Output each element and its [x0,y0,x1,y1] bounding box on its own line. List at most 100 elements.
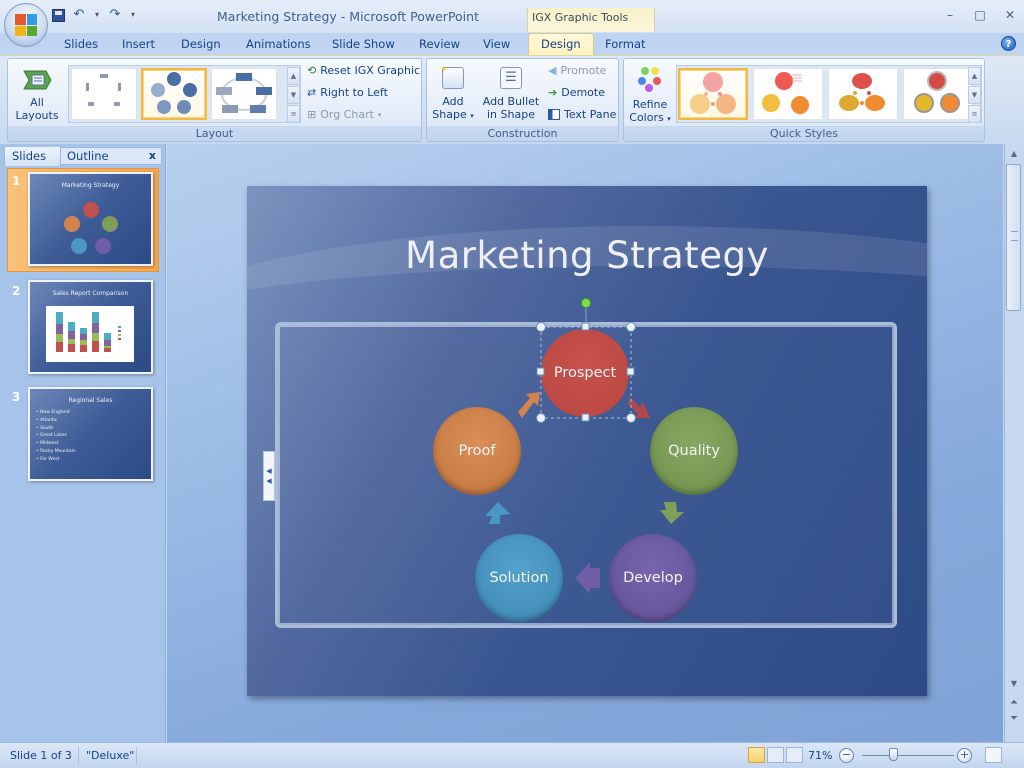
slide-number-3: 3 [12,390,21,404]
tab-slides-pane[interactable]: Slides [5,147,61,166]
tab-outline-pane[interactable]: Outline [67,149,109,163]
scroll-up-arrow[interactable]: ▲ [1007,147,1021,161]
reset-graphic-label: Reset IGX Graphic [320,64,421,77]
vertical-scrollbar[interactable]: ▲ ▼ ⏶ ⏷ [1004,144,1022,742]
reset-graphic-button[interactable]: ⟲ Reset IGX Graphic [307,64,420,77]
close-pane-icon[interactable]: x [149,149,156,162]
refine-colors-label-1: Refine [632,98,668,111]
resize-handle-sw[interactable] [536,413,546,423]
layout-option-cycle-arrows[interactable] [71,68,137,120]
resize-handle-se[interactable] [626,413,636,423]
right-to-left-icon: ⇄ [307,86,317,99]
styles-expand[interactable]: ≡ [968,105,981,123]
tab-slide-show[interactable]: Slide Show [332,37,395,51]
close-button[interactable]: ✕ [1004,8,1016,22]
quick-style-2[interactable] [753,68,823,120]
right-to-left-button[interactable]: ⇄ Right to Left [307,86,388,99]
add-bullet-button[interactable]: ☰ Add Bullet in Shape [481,67,541,121]
layout-option-block-cycle[interactable] [211,68,277,120]
help-icon[interactable]: ? [1001,36,1016,51]
save-icon[interactable] [52,8,65,22]
org-chart-label: Org Chart [320,108,374,121]
add-shape-button[interactable]: ✶ Add Shape ▾ [431,65,475,123]
add-shape-label-2: Shape ▾ [432,108,474,121]
resize-handle-n[interactable] [581,322,590,331]
node-prospect[interactable]: Prospect [541,329,629,417]
styles-scroll-down[interactable]: ▼ [968,86,981,104]
node-proof[interactable]: Proof [433,407,521,495]
rotate-handle[interactable] [581,298,591,308]
zoom-level[interactable]: 71% [808,749,832,762]
bullet-item: • Rocky Mountain [36,448,76,454]
basic-cycle-thumbnail-icon [151,72,197,114]
resize-handle-w[interactable] [536,367,545,376]
promote-arrow-icon: ◀ [548,64,557,77]
slide-thumbnail-1[interactable]: Marketing Strategy [28,172,153,266]
tab-design[interactable]: Design [181,37,221,51]
undo-dropdown-icon[interactable]: ▾ [93,7,101,23]
layout-option-basic-cycle[interactable] [141,68,207,120]
gallery-scroll-up[interactable]: ▲ [287,67,300,85]
quick-style-3[interactable] [828,68,898,120]
tab-igx-format[interactable]: Format [605,37,646,51]
styles-scroll-up[interactable]: ▲ [968,67,981,85]
org-chart-button[interactable]: ⊞ Org Chart ▾ [307,108,381,121]
undo-icon[interactable]: ↶ [71,7,87,23]
tab-igx-design[interactable]: Design [528,33,594,55]
promote-button[interactable]: ◀ Promote [548,64,606,77]
resize-handle-nw[interactable] [536,322,546,332]
customize-toolbar-icon[interactable]: ▾ [129,7,137,23]
quick-styles-group-label: Quick Styles [624,126,984,141]
text-pane-button[interactable]: Text Pane [548,108,616,121]
all-layouts-button[interactable]: All Layouts [12,67,62,122]
previous-slide-button[interactable]: ⏶ [1007,696,1021,710]
gallery-scroll-down[interactable]: ▼ [287,86,300,104]
text-pane-toggle[interactable]: ◀ ◀ [263,451,275,501]
construction-group-label: Construction [427,126,618,141]
maximize-button[interactable]: □ [974,8,986,22]
add-bullet-label-1: Add Bullet [482,95,540,108]
node-solution[interactable]: Solution [475,534,563,622]
layout-group: All Layouts ▲ ▼ ≡ ⟲ Reset IGX Graphic ⇄ … [7,58,422,142]
quick-styles-group: Refine Colors ▾ ▲ ▼ ≡ Quick Styles [623,58,985,142]
slide-title[interactable]: Marketing Strategy [247,234,927,277]
resize-handle-s[interactable] [581,413,590,422]
tab-slides[interactable]: Slides [64,37,98,51]
all-layouts-label-1: All [30,96,44,109]
refine-colors-button[interactable]: Refine Colors ▾ [627,65,673,126]
resize-handle-ne[interactable] [626,322,636,332]
normal-view-button[interactable] [748,747,765,763]
tab-insert[interactable]: Insert [122,37,155,51]
slide-thumbnail-2[interactable]: Sales Report Comparison [28,280,153,374]
node-quality[interactable]: Quality [650,407,738,495]
demote-button[interactable]: ➔ Demote [548,86,605,99]
bullet-item: • Midwest [36,441,59,447]
fit-to-window-button[interactable] [985,747,1002,763]
zoom-in-button[interactable]: + [957,748,972,763]
next-slide-button[interactable]: ⏷ [1007,712,1021,726]
scroll-down-arrow[interactable]: ▼ [1007,677,1021,691]
quick-style-4[interactable] [903,68,973,120]
title-bar: ↶ ▾ ↷ ▾ Marketing Strategy - Microsoft P… [0,0,1024,47]
reset-icon: ⟲ [307,64,317,77]
zoom-slider-thumb[interactable] [889,748,899,761]
zoom-slider-track[interactable] [862,755,954,756]
tab-animations[interactable]: Animations [246,37,311,51]
quick-access-toolbar: ↶ ▾ ↷ ▾ [52,6,137,24]
quick-style-1[interactable] [678,68,748,120]
zoom-out-button[interactable]: − [839,748,854,763]
ribbon-tabs: Slides Insert Design Animations Slide Sh… [0,33,1024,55]
tab-view[interactable]: View [483,37,510,51]
slide-show-view-button[interactable] [786,747,803,763]
redo-icon[interactable]: ↷ [107,7,123,23]
gallery-expand[interactable]: ≡ [287,105,300,123]
tab-review[interactable]: Review [419,37,460,51]
slide-thumbnail-3[interactable]: Regional Sales • New England • Atlantic … [28,387,153,481]
slide-sorter-view-button[interactable] [767,747,784,763]
minimize-button[interactable]: – [944,8,956,22]
resize-handle-e[interactable] [626,367,635,376]
office-button[interactable] [4,3,48,47]
ribbon: All Layouts ▲ ▼ ≡ ⟲ Reset IGX Graphic ⇄ … [0,55,1024,144]
node-develop[interactable]: Develop [609,534,697,622]
scroll-thumb[interactable] [1006,164,1021,311]
